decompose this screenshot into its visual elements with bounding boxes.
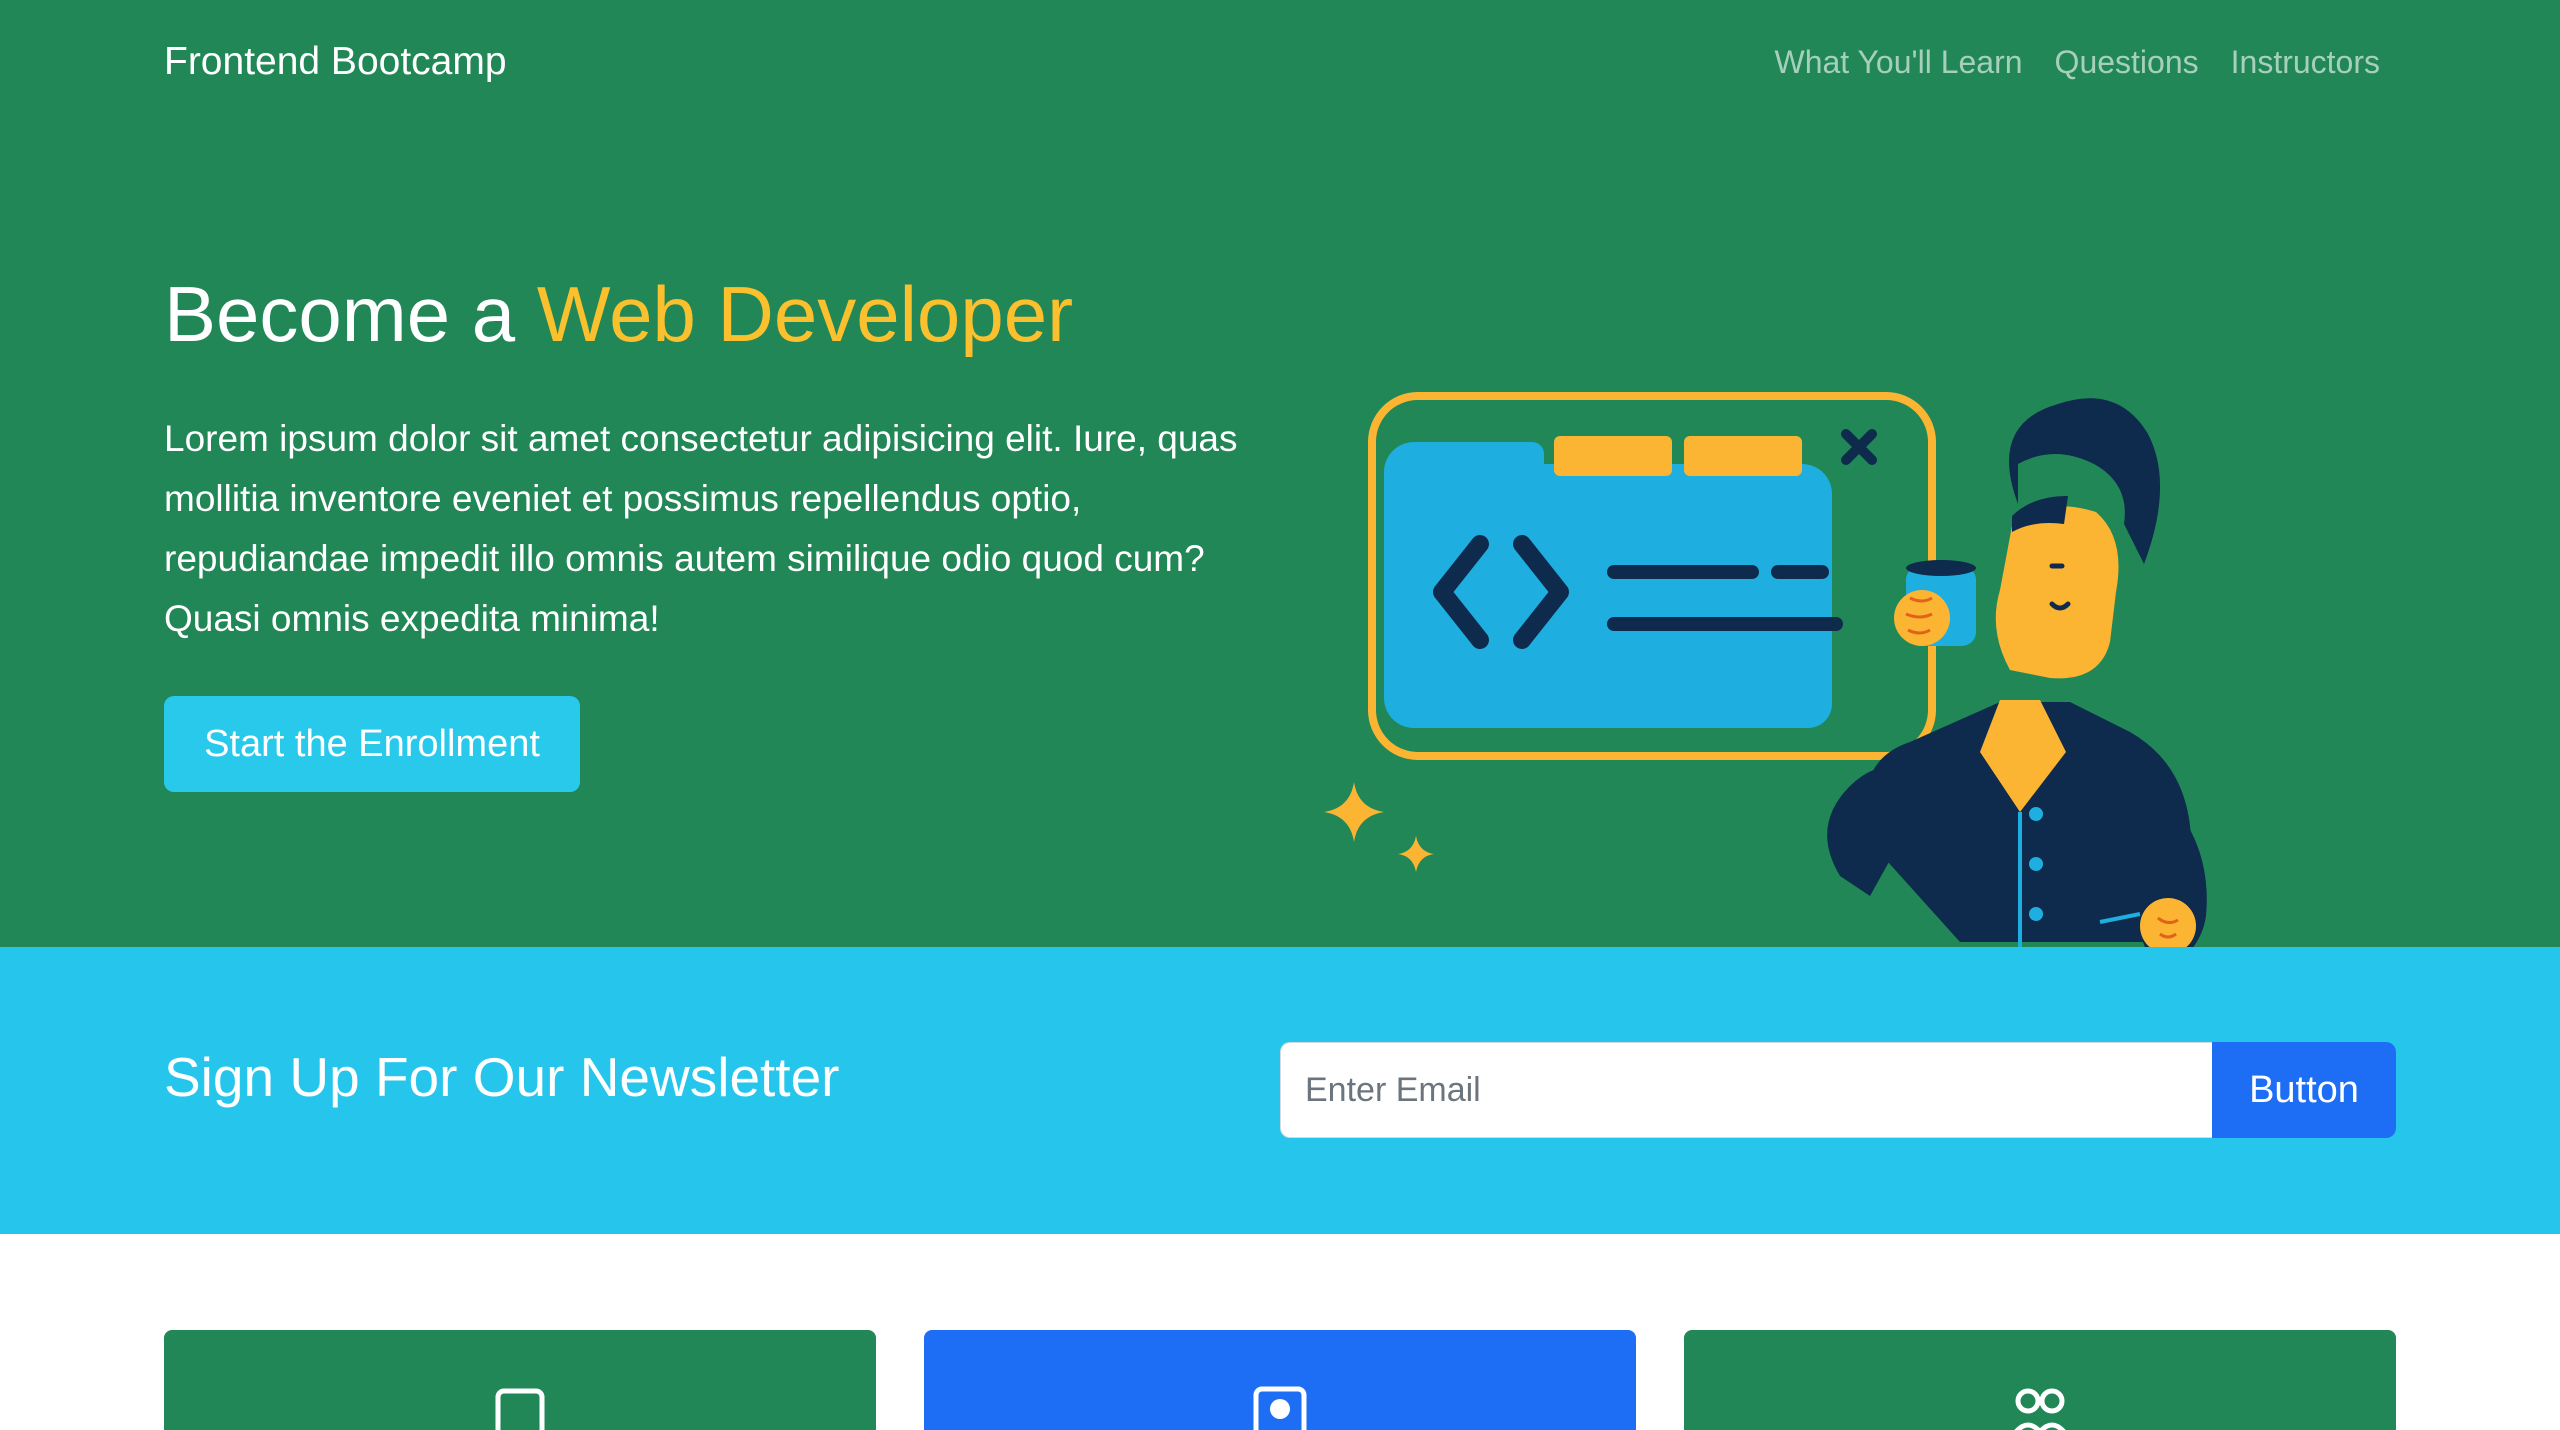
nav-link-instructors[interactable]: Instructors <box>2231 38 2380 86</box>
nav-links: What You'll Learn Questions Instructors <box>1774 38 2380 86</box>
feature-cards-section <box>0 1234 2560 1430</box>
person-badge-icon <box>1253 1386 1307 1430</box>
sparkle-large <box>1324 782 1384 842</box>
code-window-graphic <box>1368 392 1936 760</box>
people-icon <box>2014 1388 2066 1430</box>
web-developer-illustration <box>1324 392 2207 984</box>
nav-link-what-youll-learn[interactable]: What You'll Learn <box>1774 38 2022 86</box>
developer-character <box>1827 398 2207 984</box>
newsletter-heading: Sign Up For Our Newsletter <box>164 1046 840 1108</box>
newsletter-submit-button[interactable]: Button <box>2212 1042 2396 1138</box>
feature-card-2 <box>924 1330 1636 1430</box>
navbar: Frontend Bootcamp What You'll Learn Ques… <box>0 0 2560 124</box>
hero-section: Become a Web Developer Lorem ipsum dolor… <box>0 124 2560 984</box>
newsletter-section: Sign Up For Our Newsletter Button <box>0 947 2560 1234</box>
hero-title-prefix: Become a <box>164 270 537 358</box>
email-input[interactable] <box>1280 1042 2212 1138</box>
sparkle-small <box>1398 836 1434 872</box>
page: Frontend Bootcamp What You'll Learn Ques… <box>0 0 2560 1430</box>
nav-link-questions[interactable]: Questions <box>2055 38 2199 86</box>
brand-link[interactable]: Frontend Bootcamp <box>164 38 507 86</box>
tablet-icon <box>495 1388 545 1430</box>
hero-title: Become a Web Developer <box>164 266 1073 362</box>
hero-title-accent: Web Developer <box>536 270 1074 358</box>
start-enrollment-button[interactable]: Start the Enrollment <box>164 696 580 792</box>
feature-card-3 <box>1684 1330 2396 1430</box>
hero-description: Lorem ipsum dolor sit amet consectetur a… <box>164 418 1238 639</box>
feature-card-1 <box>164 1330 876 1430</box>
